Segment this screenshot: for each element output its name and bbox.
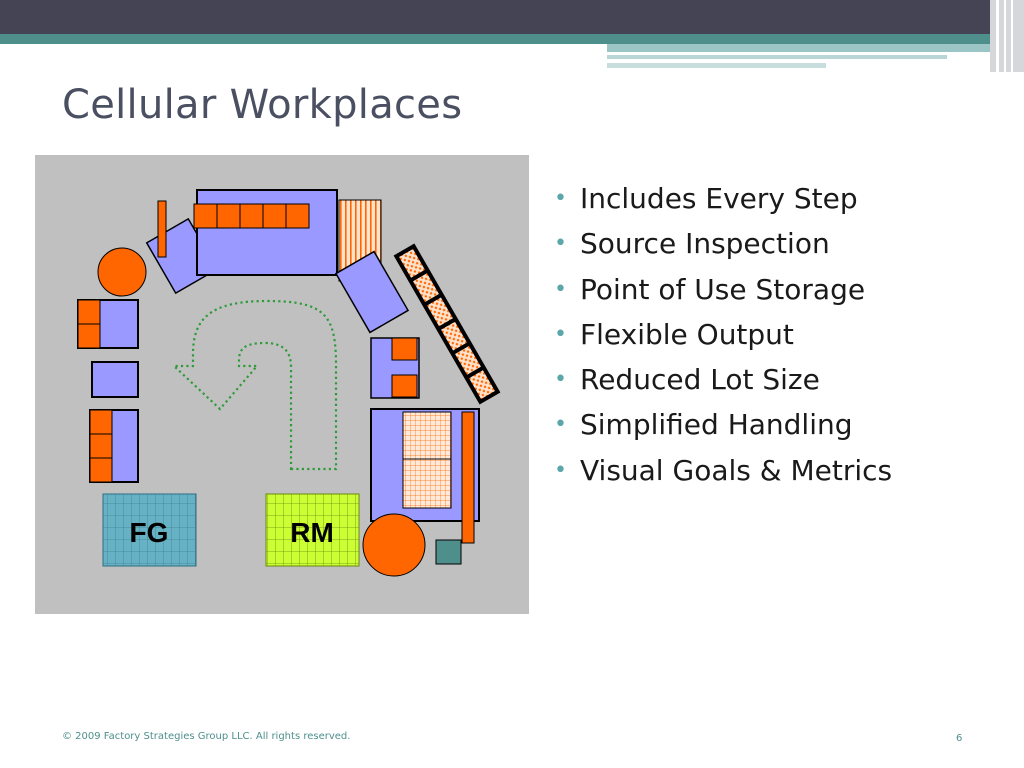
cell-layout-diagram: FG RM xyxy=(35,155,529,614)
orange-bar xyxy=(461,411,475,544)
header-band xyxy=(0,0,1024,34)
bullet-item: • Visual Goals & Metrics xyxy=(553,448,892,493)
slide-title: Cellular Workplaces xyxy=(62,82,463,128)
bullet-dot-icon: • xyxy=(554,186,567,211)
bullet-dot-icon: • xyxy=(554,412,567,438)
bullet-text: Simplified Handling xyxy=(580,408,853,442)
bullet-text: Source Inspection xyxy=(580,227,830,261)
bullet-item: • Flexible Output xyxy=(553,312,892,357)
orange-buffer xyxy=(193,203,310,229)
bullet-item: • Reduced Lot Size xyxy=(553,357,892,402)
bullet-text: Reduced Lot Size xyxy=(580,363,820,397)
bullet-dot-icon: • xyxy=(554,276,567,302)
copyright-footer: © 2009 Factory Strategies Group LLC. All… xyxy=(62,731,351,742)
orange-station xyxy=(362,513,426,577)
page-number: 6 xyxy=(956,733,963,744)
bullet-text: Flexible Output xyxy=(580,317,794,351)
bullet-dot-icon: • xyxy=(554,457,567,483)
bullet-list: • Includes Every Step • Source Inspection … xyxy=(553,176,892,493)
slide: Cellular Workplaces FG RM • Includes Eve… xyxy=(0,0,1024,768)
bullet-item: • Point of Use Storage xyxy=(553,267,892,312)
header-accent-line xyxy=(0,34,1000,44)
bullet-item: • Simplified Handling xyxy=(553,402,892,447)
bullet-dot-icon: • xyxy=(554,321,567,347)
bullet-text: Includes Every Step xyxy=(580,182,858,215)
bullet-text: Point of Use Storage xyxy=(580,272,866,306)
orange-buffer-square xyxy=(391,337,418,361)
fg-label: FG xyxy=(130,517,169,548)
orange-station xyxy=(97,247,147,297)
grid-storage xyxy=(402,411,452,509)
bullet-text: Visual Goals & Metrics xyxy=(580,453,893,487)
teal-station xyxy=(435,539,462,565)
header-stripe xyxy=(607,44,1000,52)
left-machine xyxy=(91,361,139,398)
header-stripe xyxy=(607,55,947,59)
header-right-decoration xyxy=(996,0,999,72)
bullet-item: • Source Inspection xyxy=(553,221,892,266)
header-stripe xyxy=(607,63,826,68)
bullet-dot-icon: • xyxy=(554,367,567,393)
orange-buffer-square xyxy=(391,374,418,398)
rm-label: RM xyxy=(290,517,334,548)
top-machine xyxy=(196,189,338,276)
header-right-decoration xyxy=(1004,0,1006,72)
bullet-dot-icon: • xyxy=(554,231,567,257)
header-right-decoration xyxy=(1011,0,1013,72)
bullet-item: • Includes Every Step xyxy=(553,176,892,221)
orange-bar xyxy=(157,200,167,258)
